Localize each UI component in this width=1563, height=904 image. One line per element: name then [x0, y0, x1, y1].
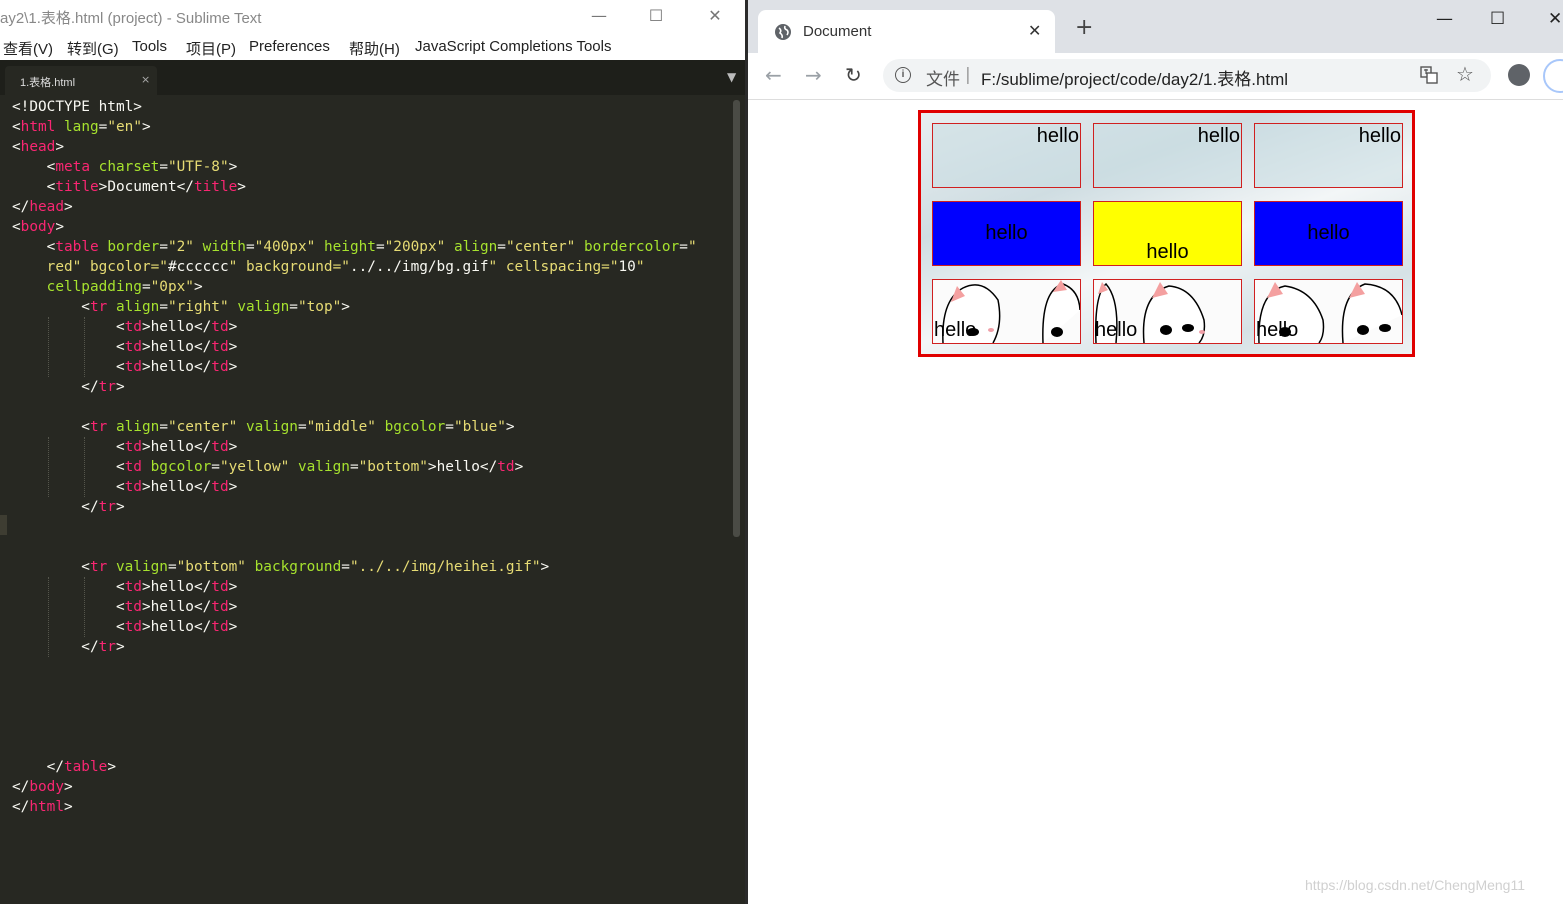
code-line: </tr>: [12, 379, 125, 395]
editor-tab-label: 1.表格.html: [20, 77, 76, 89]
cell-text: hello: [1307, 222, 1350, 244]
cell-text: hello: [1197, 125, 1240, 147]
code-line: </tr>: [12, 499, 125, 515]
sublime-window: ay2\1.表格.html (project) - Sublime Text —…: [0, 0, 746, 904]
code-line: <meta charset="UTF-8">: [12, 159, 238, 175]
tab-close-icon[interactable]: ×: [141, 73, 150, 86]
bookmark-star-icon[interactable]: ☆: [1456, 62, 1474, 86]
browser-tab[interactable]: Document ✕: [758, 10, 1055, 53]
tab-dropdown-icon[interactable]: ▼: [727, 70, 736, 84]
editor-tab-bar: 1.表格.html ×: [0, 60, 746, 95]
table-cell: hello: [1093, 279, 1242, 344]
browser-tab-close-icon[interactable]: ✕: [1028, 21, 1041, 40]
browser-menu-icon[interactable]: [1543, 59, 1563, 93]
menu-preferences[interactable]: Preferences: [249, 38, 330, 55]
browser-minimize-icon[interactable]: —: [1436, 9, 1453, 29]
url-scheme-label: 文件: [926, 70, 960, 89]
code-editor[interactable]: <!DOCTYPE html> <html lang="en"> <head> …: [12, 97, 697, 817]
code-line: <td>hello</td>: [12, 319, 238, 335]
chrome-window: Document ✕ + — ☐ ✕ ← → ↻ i 文件 | F:/subli…: [748, 0, 1563, 904]
reload-icon[interactable]: ↻: [845, 63, 862, 87]
editor-scrollbar[interactable]: [733, 100, 740, 537]
browser-maximize-icon[interactable]: ☐: [1490, 9, 1505, 29]
translate-icon[interactable]: [1420, 66, 1438, 84]
forward-arrow-icon[interactable]: →: [805, 63, 822, 87]
code-line: <td bgcolor="yellow" valign="bottom">hel…: [12, 459, 524, 475]
menu-js-completions[interactable]: JavaScript Completions Tools: [415, 38, 611, 55]
cell-text: hello: [1095, 319, 1138, 341]
new-tab-icon[interactable]: +: [1075, 17, 1093, 39]
maximize-icon[interactable]: ☐: [646, 6, 666, 26]
code-line: <title>Document</title>: [12, 179, 246, 195]
code-line: </body>: [12, 779, 73, 795]
browser-toolbar: ← → ↻ i 文件 | F:/sublime/project/code/day…: [748, 53, 1563, 100]
code-line: <td>hello</td>: [12, 579, 238, 595]
code-line: <head>: [12, 139, 64, 155]
table-cell: hello: [1254, 279, 1403, 344]
code-line: cellpadding="0px">: [46, 279, 203, 295]
code-line: <tr valign="bottom" background="../../im…: [12, 559, 550, 575]
code-line: <td>hello</td>: [12, 359, 238, 375]
code-line: </html>: [12, 799, 73, 815]
menu-goto[interactable]: 转到(G): [67, 38, 119, 59]
browser-close-icon[interactable]: ✕: [1548, 9, 1562, 29]
code-line: <tr align="center" valign="middle" bgcol…: [12, 419, 515, 435]
code-line: <td>hello</td>: [12, 439, 238, 455]
code-line: <!DOCTYPE html>: [12, 99, 142, 115]
code-line: <td>hello</td>: [12, 599, 238, 615]
cell-text: hello: [1358, 125, 1401, 147]
browser-tab-title: Document: [803, 23, 872, 40]
globe-icon: [775, 24, 791, 40]
watermark-text: https://blog.csdn.net/ChengMeng11: [1305, 877, 1526, 893]
editor-tab[interactable]: 1.表格.html ×: [5, 66, 157, 95]
menu-help[interactable]: 帮助(H): [349, 38, 400, 59]
profile-avatar-icon[interactable]: [1508, 64, 1530, 86]
cell-text: hello: [1036, 125, 1079, 147]
code-line: red" bgcolor="#cccccc" background="../..…: [46, 259, 645, 275]
gutter-marker: [0, 515, 7, 535]
menu-bar: 查看(V) 转到(G) Tools 项目(P) Preferences 帮助(H…: [0, 33, 746, 60]
code-line: <table border="2" width="400px" height="…: [12, 239, 697, 255]
info-icon[interactable]: i: [895, 67, 911, 83]
code-line: <tr align="right" valign="top">: [12, 299, 350, 315]
table-cell: hello: [1254, 123, 1403, 188]
browser-tab-strip: Document ✕ + — ☐ ✕: [748, 0, 1563, 53]
code-line: <td>hello</td>: [12, 339, 238, 355]
cell-text: hello: [985, 222, 1028, 244]
code-line: </head>: [12, 199, 73, 215]
code-line: </tr>: [12, 639, 125, 655]
menu-view[interactable]: 查看(V): [3, 38, 53, 59]
close-icon[interactable]: ✕: [705, 6, 725, 26]
code-line: <td>hello</td>: [12, 619, 238, 635]
cell-text: hello: [1256, 319, 1299, 341]
url-text[interactable]: F:/sublime/project/code/day2/1.表格.html: [981, 65, 1288, 90]
table-cell: hello: [1093, 201, 1242, 266]
code-line: <td>hello</td>: [12, 479, 238, 495]
sublime-titlebar: ay2\1.表格.html (project) - Sublime Text —…: [0, 0, 746, 33]
rendered-table: hello hello hello hello hello hello hell…: [918, 110, 1415, 357]
table-cell: hello: [932, 279, 1081, 344]
table-cell: hello: [932, 123, 1081, 188]
code-line: <html lang="en">: [12, 119, 151, 135]
url-separator: |: [965, 65, 971, 85]
table-cell: hello: [1254, 201, 1403, 266]
cell-text: hello: [934, 319, 977, 341]
code-line: </table>: [12, 759, 116, 775]
table-cell: hello: [932, 201, 1081, 266]
code-line: <body>: [12, 219, 64, 235]
table-cell: hello: [1093, 123, 1242, 188]
window-title: ay2\1.表格.html (project) - Sublime Text: [0, 10, 262, 27]
back-arrow-icon[interactable]: ←: [765, 63, 782, 87]
minimize-icon[interactable]: —: [589, 6, 609, 26]
menu-project[interactable]: 项目(P): [186, 38, 236, 59]
cell-text: hello: [1146, 241, 1189, 263]
menu-tools[interactable]: Tools: [132, 38, 167, 55]
address-bar[interactable]: i 文件 | F:/sublime/project/code/day2/1.表格…: [883, 59, 1491, 92]
